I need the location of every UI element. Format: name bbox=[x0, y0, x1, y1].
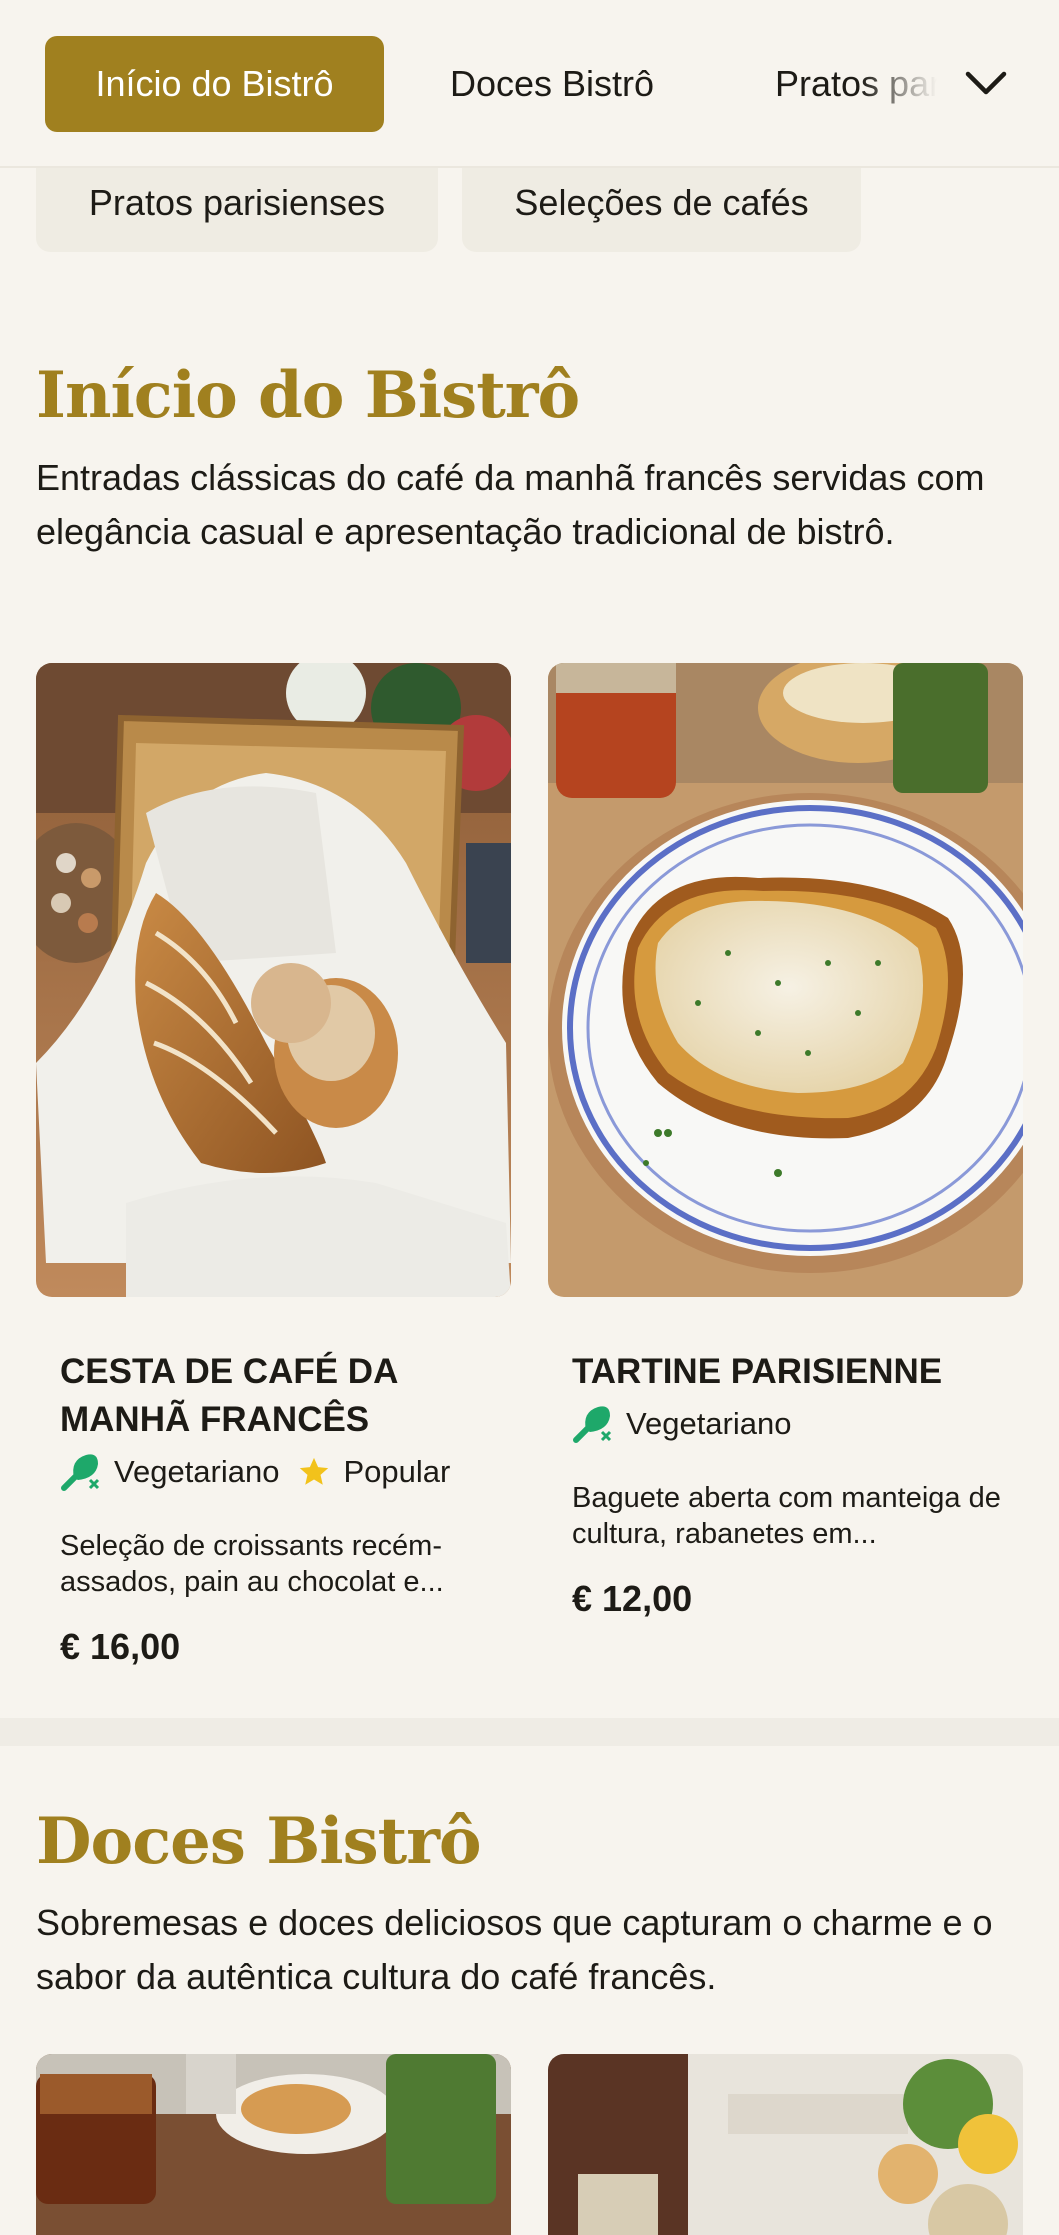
star-icon bbox=[300, 1457, 329, 1485]
dish-badges: Vegetariano bbox=[572, 1404, 791, 1444]
dish-description: Seleção de croissants recém-assados, pai… bbox=[60, 1530, 444, 1598]
dish-name: TARTINE PARISIENNE bbox=[572, 1352, 943, 1391]
badge-vegetarian: Vegetariano bbox=[572, 1404, 791, 1444]
section-title-doces: Doces Bistrô bbox=[36, 1804, 482, 1879]
dish-name: CESTA DE CAFÉ DA MANHÃ FRANCÊS bbox=[60, 1352, 398, 1439]
tab-inicio-do-bistro[interactable]: Início do Bistrô bbox=[45, 36, 384, 132]
tartine-plate-image[interactable] bbox=[548, 663, 1023, 1297]
pastry-basket-image[interactable] bbox=[36, 663, 511, 1297]
dish-badges: Vegetariano Popular bbox=[60, 1452, 450, 1492]
section-divider bbox=[0, 1718, 1059, 1746]
dish-price: € 16,00 bbox=[60, 1626, 181, 1667]
chevron-down-icon[interactable] bbox=[962, 60, 1010, 108]
vegetarian-icon bbox=[61, 1454, 100, 1491]
dish-description: Baguete aberta com manteiga de cultura, … bbox=[572, 1482, 1001, 1550]
dish-price: € 12,00 bbox=[572, 1578, 693, 1619]
vegetarian-icon bbox=[573, 1406, 612, 1443]
badge-label: Vegetariano bbox=[114, 1454, 280, 1489]
badge-vegetarian: Vegetariano bbox=[60, 1452, 279, 1492]
section-description-inicio: Entradas clássicas do café da manhã fran… bbox=[36, 457, 985, 552]
badge-label: Popular bbox=[343, 1454, 451, 1489]
category-tab-bar: Início do Bistrô Doces Bistrô Pratos par… bbox=[0, 0, 1059, 168]
bottle-flowers-image[interactable] bbox=[548, 2054, 1023, 2235]
tab-doces-bistro[interactable]: Doces Bistrô bbox=[450, 36, 654, 132]
tab-overflow-fade bbox=[860, 36, 970, 132]
section-description-doces: Sobremesas e doces deliciosos que captur… bbox=[36, 1902, 993, 1997]
section-title-inicio: Início do Bistrô bbox=[36, 358, 580, 433]
badge-label: Vegetariano bbox=[626, 1406, 792, 1441]
badge-popular: Popular bbox=[297, 1454, 450, 1490]
bistro-table-image[interactable] bbox=[36, 2054, 511, 2235]
